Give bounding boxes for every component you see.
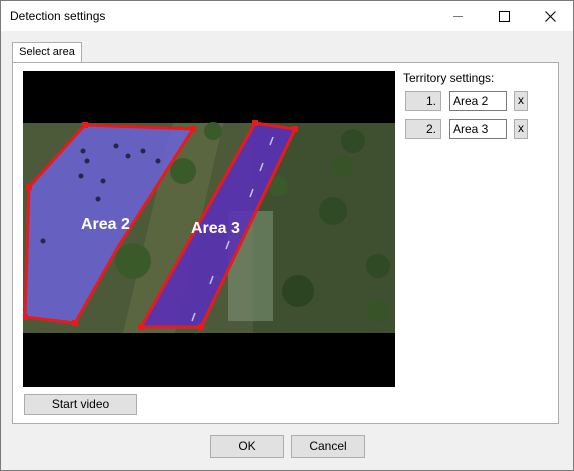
start-video-button[interactable]: Start video <box>24 394 137 415</box>
window-title: Detection settings <box>10 9 106 23</box>
maximize-button[interactable] <box>481 1 527 31</box>
video-frame: Area 2 Area 3 <box>23 120 395 333</box>
minimize-button[interactable] <box>435 1 481 31</box>
territory-row-2-remove-button[interactable]: x <box>514 119 528 139</box>
close-button[interactable] <box>527 1 573 31</box>
tree <box>332 155 354 177</box>
maximize-icon <box>498 10 510 22</box>
territory-row-1-index-button[interactable]: 1. <box>405 91 441 111</box>
territory-settings-label: Territory settings: <box>403 71 495 85</box>
minimize-icon <box>453 15 463 17</box>
title-bar: Detection settings <box>1 1 573 31</box>
tree <box>367 300 389 322</box>
territory-row-1-remove-button[interactable]: x <box>514 91 528 111</box>
tab-select-area[interactable]: Select area <box>12 42 82 62</box>
territory-row-2-index-button[interactable]: 2. <box>405 119 441 139</box>
tree <box>341 129 365 153</box>
territory-row-1-name-input[interactable] <box>449 91 507 111</box>
ok-button[interactable]: OK <box>210 435 284 458</box>
palm-tree <box>115 243 151 279</box>
close-icon <box>544 10 556 22</box>
video-preview[interactable]: Area 2 Area 3 <box>23 71 395 387</box>
area-2-label: Area 2 <box>81 216 130 233</box>
tree <box>366 254 390 278</box>
cancel-button[interactable]: Cancel <box>291 435 365 458</box>
area-3-label: Area 3 <box>191 220 240 237</box>
territory-row-2-name-input[interactable] <box>449 119 507 139</box>
tree <box>282 275 314 307</box>
palm-tree <box>170 158 196 184</box>
tree <box>319 197 347 225</box>
palm-tree <box>204 122 222 140</box>
